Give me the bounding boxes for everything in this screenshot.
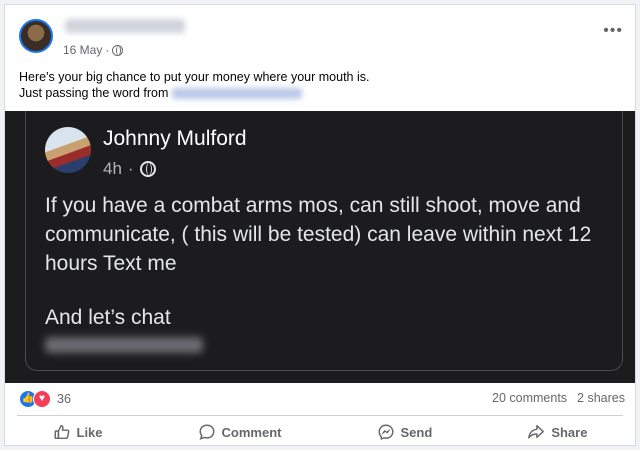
comment-label: Comment bbox=[221, 424, 282, 440]
author-name-redacted[interactable] bbox=[65, 19, 185, 33]
comment-button[interactable]: Comment bbox=[188, 419, 292, 445]
action-bar: Like Comment Send Share bbox=[5, 417, 635, 447]
like-button[interactable]: Like bbox=[43, 419, 113, 445]
post-text-line1: Here's your big chance to put your money… bbox=[19, 70, 370, 84]
shared-meta-separator: · bbox=[127, 159, 134, 178]
post-meta: 16 May · bbox=[63, 43, 124, 57]
author-avatar[interactable] bbox=[19, 19, 53, 53]
love-reaction-icon: ♥ bbox=[33, 390, 51, 408]
share-label: Share bbox=[551, 424, 588, 440]
globe-icon bbox=[139, 161, 156, 177]
shared-author-avatar[interactable] bbox=[45, 127, 91, 173]
comments-count[interactable]: 20 comments bbox=[492, 391, 567, 405]
reaction-count: 36 bbox=[57, 392, 71, 406]
post-card: 16 May · ••• Here's your big chance to p… bbox=[4, 4, 636, 446]
thumbs-up-icon bbox=[54, 424, 69, 440]
shares-count[interactable]: 2 shares bbox=[577, 391, 625, 405]
globe-icon bbox=[112, 44, 124, 56]
post-text-line2-wrap: Just passing the word from bbox=[19, 85, 369, 101]
comment-icon bbox=[199, 424, 215, 440]
post-date[interactable]: 16 May bbox=[63, 43, 102, 57]
send-label: Send bbox=[400, 424, 433, 440]
reactions-summary[interactable]: 👍 ♥ 36 bbox=[19, 390, 71, 408]
engagement-counts: 20 comments 2 shares bbox=[492, 391, 625, 405]
messenger-icon bbox=[378, 424, 393, 440]
share-button[interactable]: Share bbox=[517, 419, 597, 445]
shared-post[interactable]: Johnny Mulford 4h · If you have a combat… bbox=[5, 111, 635, 383]
post-text: Here's your big chance to put your money… bbox=[19, 69, 369, 101]
shared-post-text-2: And let’s chat bbox=[45, 306, 171, 329]
post-text-line2: Just passing the word from bbox=[19, 86, 169, 100]
shared-post-text: If you have a combat arms mos, can still… bbox=[45, 194, 592, 275]
send-button[interactable]: Send bbox=[367, 419, 443, 445]
redacted-link[interactable] bbox=[172, 88, 303, 100]
share-icon bbox=[528, 424, 545, 439]
shared-post-time[interactable]: 4h bbox=[103, 159, 122, 179]
meta-separator: · bbox=[105, 43, 110, 57]
shared-post-meta: 4h · bbox=[103, 159, 156, 179]
actions-divider bbox=[17, 415, 623, 416]
redacted-phone-number bbox=[45, 337, 203, 353]
shared-author-name[interactable]: Johnny Mulford bbox=[103, 127, 247, 151]
like-label: Like bbox=[76, 424, 103, 440]
more-options-icon[interactable]: ••• bbox=[603, 23, 623, 39]
